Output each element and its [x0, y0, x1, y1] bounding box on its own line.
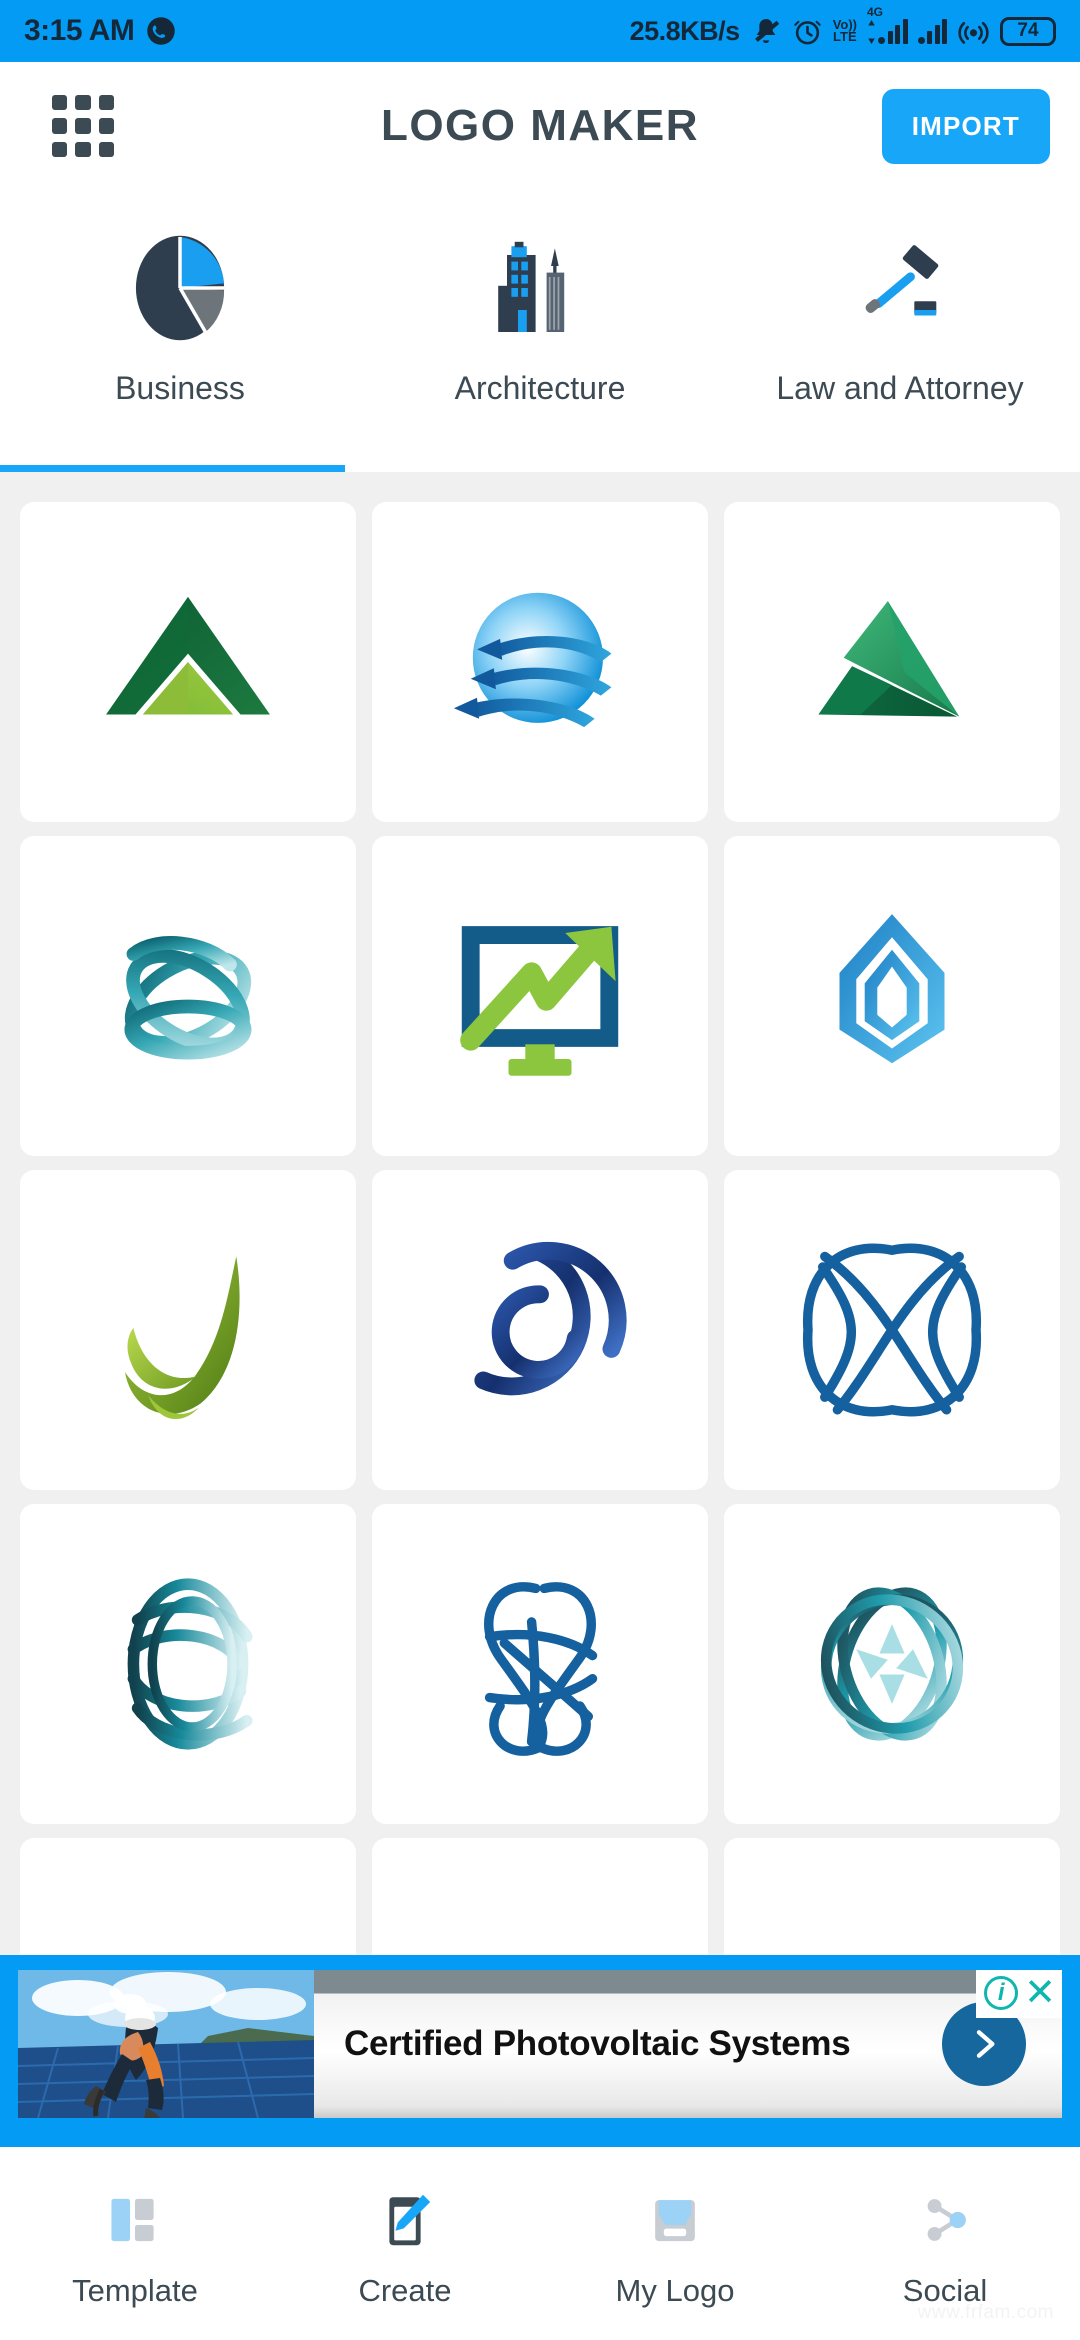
adchoices-info-icon[interactable]: i — [984, 1976, 1019, 2010]
blue-crossed-loops-logo — [803, 1243, 981, 1417]
grid-dot — [98, 118, 114, 134]
logo-grid-scroll[interactable] — [0, 472, 1080, 1957]
grid-dot — [52, 141, 68, 157]
gavel-icon — [845, 228, 955, 348]
alarm-clock-icon — [792, 16, 823, 47]
green-leaf-swoosh-logo — [125, 1256, 240, 1420]
grid-dot — [75, 141, 91, 157]
status-bar: 3:15 AM 25.8KB/s Vo)) LTE 4G 74 — [0, 0, 1080, 62]
monitor-growth-chart-logo — [460, 926, 619, 1076]
blue-spiral-circles-logo — [474, 1241, 627, 1396]
tab-architecture[interactable]: Architecture — [360, 190, 720, 472]
city-buildings-icon — [485, 228, 595, 348]
volte-bottom-label: LTE — [833, 29, 857, 44]
grid-dot — [98, 141, 114, 157]
teal-ribbon-orbit-logo — [124, 936, 252, 1060]
tab-business[interactable]: Business — [0, 190, 360, 472]
nav-item-my-logo[interactable]: My Logo — [540, 2183, 810, 2309]
edit-pencil-icon — [375, 2183, 435, 2257]
signal-bars-2-group — [917, 18, 947, 44]
network-speed: 25.8KB/s — [629, 15, 741, 46]
logo-card-blue-knot-loops[interactable] — [372, 1504, 708, 1824]
teal-sphere-rings-logo — [820, 1587, 964, 1741]
app-screen: 3:15 AM 25.8KB/s Vo)) LTE 4G 74 LOGO MAK… — [0, 0, 1080, 2340]
chevron-right-icon — [976, 2030, 995, 2058]
logo-grid — [20, 472, 1060, 1957]
category-tabs: Business Architecture Law and Attorney — [0, 190, 1080, 472]
ad-headline: Certified Photovoltaic Systems — [344, 2024, 851, 2063]
nav-label: My Logo — [615, 2273, 735, 2308]
blue-knot-loops-logo — [484, 1582, 598, 1756]
logo-card-green-pyramid-facets[interactable] — [724, 502, 1060, 822]
status-bar-left: 3:15 AM — [24, 14, 176, 48]
logo-card-green-mountain-triangle[interactable] — [20, 502, 356, 822]
logo-card-teal-ribbon-orbit[interactable] — [20, 836, 356, 1156]
battery-level: 74 — [1017, 20, 1039, 41]
grid-menu-icon[interactable] — [52, 95, 114, 157]
template-layout-icon — [104, 2183, 166, 2257]
data-updown-arrows-icon — [867, 20, 876, 44]
signal-bars-2-icon — [917, 18, 947, 44]
tab-law-and-attorney[interactable]: Law and Attorney — [720, 190, 1080, 472]
logo-card-green-leaf-swoosh[interactable] — [20, 1170, 356, 1490]
nav-label: Template — [72, 2273, 198, 2308]
logo-card-blue-globe-arrows[interactable] — [372, 502, 708, 822]
ad-close-icon[interactable]: ✕ — [1024, 1974, 1056, 2012]
logo-card-partial-3[interactable] — [724, 1838, 1060, 1957]
volte-icon: Vo)) LTE — [833, 17, 857, 44]
green-pyramid-facets-logo — [818, 601, 960, 717]
hotspot-icon — [957, 15, 990, 48]
battery-icon: 74 — [1000, 16, 1056, 46]
logo-card-teal-sphere-rings[interactable] — [724, 1504, 1060, 1824]
grid-dot — [98, 95, 114, 111]
grid-dot — [52, 118, 68, 134]
import-button[interactable]: IMPORT — [881, 88, 1050, 164]
logo-card-monitor-growth-chart[interactable] — [372, 836, 708, 1156]
bottom-navigation: Template Create My Logo Social www.frfam… — [0, 2147, 1080, 2340]
grid-dot — [52, 95, 68, 111]
logo-card-teal-sphere-stripes[interactable] — [20, 1504, 356, 1824]
blue-globe-arrows-logo — [453, 592, 612, 728]
blue-diamond-shield-logo — [839, 914, 945, 1083]
logo-card-partial-2[interactable] — [372, 1838, 708, 1957]
signal-bars-icon: 4G — [867, 5, 908, 44]
nav-label: Create — [358, 2273, 452, 2308]
status-bar-right: 25.8KB/s Vo)) LTE 4G 74 — [629, 5, 1056, 48]
logo-card-blue-crossed-loops[interactable] — [724, 1170, 1060, 1490]
nav-item-create[interactable]: Create — [270, 2183, 540, 2309]
ad-banner-container: Certified Photovoltaic Systems i ✕ — [0, 1955, 1080, 2133]
ad-banner[interactable]: Certified Photovoltaic Systems i ✕ — [18, 1970, 1062, 2118]
logo-card-blue-diamond-shield[interactable] — [724, 836, 1060, 1156]
tab-label: Law and Attorney — [776, 370, 1024, 406]
app-header: LOGO MAKER IMPORT — [0, 62, 1080, 190]
bottom-accent-strip — [0, 2133, 1080, 2147]
logo-card-blue-spiral-circles[interactable] — [372, 1170, 708, 1490]
tab-label: Architecture — [454, 370, 626, 406]
green-mountain-triangle-logo — [106, 596, 270, 715]
nav-label: Social — [902, 2273, 988, 2308]
pie-chart-icon — [122, 228, 238, 348]
grid-dot — [75, 95, 91, 111]
teal-sphere-stripes-logo — [127, 1578, 253, 1750]
signal-bars-group — [878, 18, 908, 44]
solar-panel-worker-photo — [18, 1970, 314, 2118]
save-folder-icon — [644, 2183, 706, 2257]
status-time: 3:15 AM — [24, 14, 135, 47]
nav-item-social[interactable]: Social — [810, 2183, 1080, 2309]
whatsapp-icon — [146, 16, 176, 46]
logo-card-partial-1[interactable] — [20, 1838, 356, 1957]
nav-item-template[interactable]: Template — [0, 2183, 270, 2309]
grid-dot — [75, 118, 91, 134]
ad-body: Certified Photovoltaic Systems — [314, 1970, 1062, 2118]
share-network-icon — [916, 2183, 974, 2257]
ad-controls: i ✕ — [976, 1970, 1062, 2018]
tab-label: Business — [115, 370, 245, 406]
bell-muted-icon — [750, 15, 782, 47]
active-tab-indicator — [0, 465, 345, 472]
network-type-label: 4G — [867, 5, 884, 19]
